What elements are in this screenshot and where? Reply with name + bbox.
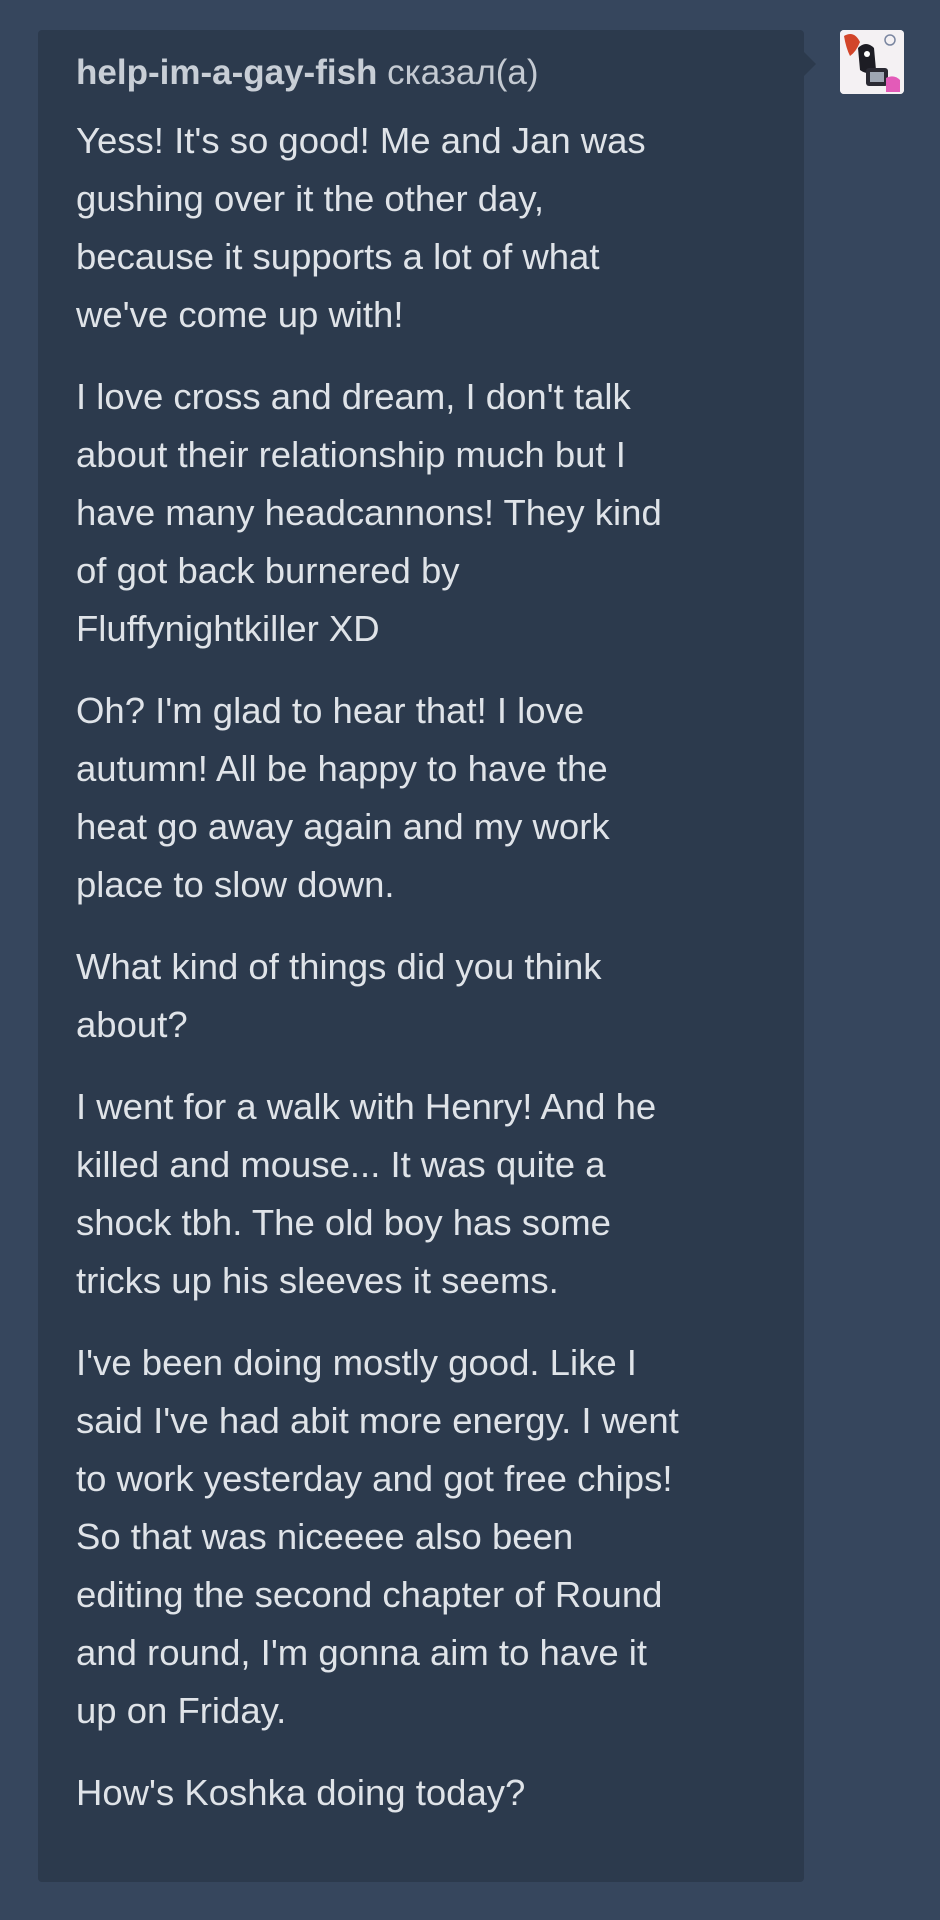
message-header: help-im-a-gay-fish сказал(а) [76, 52, 768, 94]
bubble-tail [804, 52, 816, 76]
user-avatar-icon[interactable] [840, 30, 904, 94]
message-paragraph-1: Yess! It's so good! Me and Jan was gushi… [76, 120, 646, 335]
message-paragraph-6: I've been doing mostly good. Like I said… [76, 1342, 679, 1731]
message-paragraph-3: Oh? I'm glad to hear that! I love autumn… [76, 690, 610, 905]
said-label: сказал(а) [387, 53, 539, 92]
message-bubble: help-im-a-gay-fish сказал(а) Yess! It's … [38, 30, 804, 1882]
message-paragraph-2: I love cross and dream, I don't talk abo… [76, 376, 662, 649]
message-paragraph-5: I went for a walk with Henry! And he kil… [76, 1086, 657, 1301]
message-paragraph-4: What kind of things did you think about? [76, 946, 602, 1045]
username-link[interactable]: help-im-a-gay-fish [76, 53, 377, 92]
message-paragraph-7: How's Koshka doing today? [76, 1772, 526, 1813]
